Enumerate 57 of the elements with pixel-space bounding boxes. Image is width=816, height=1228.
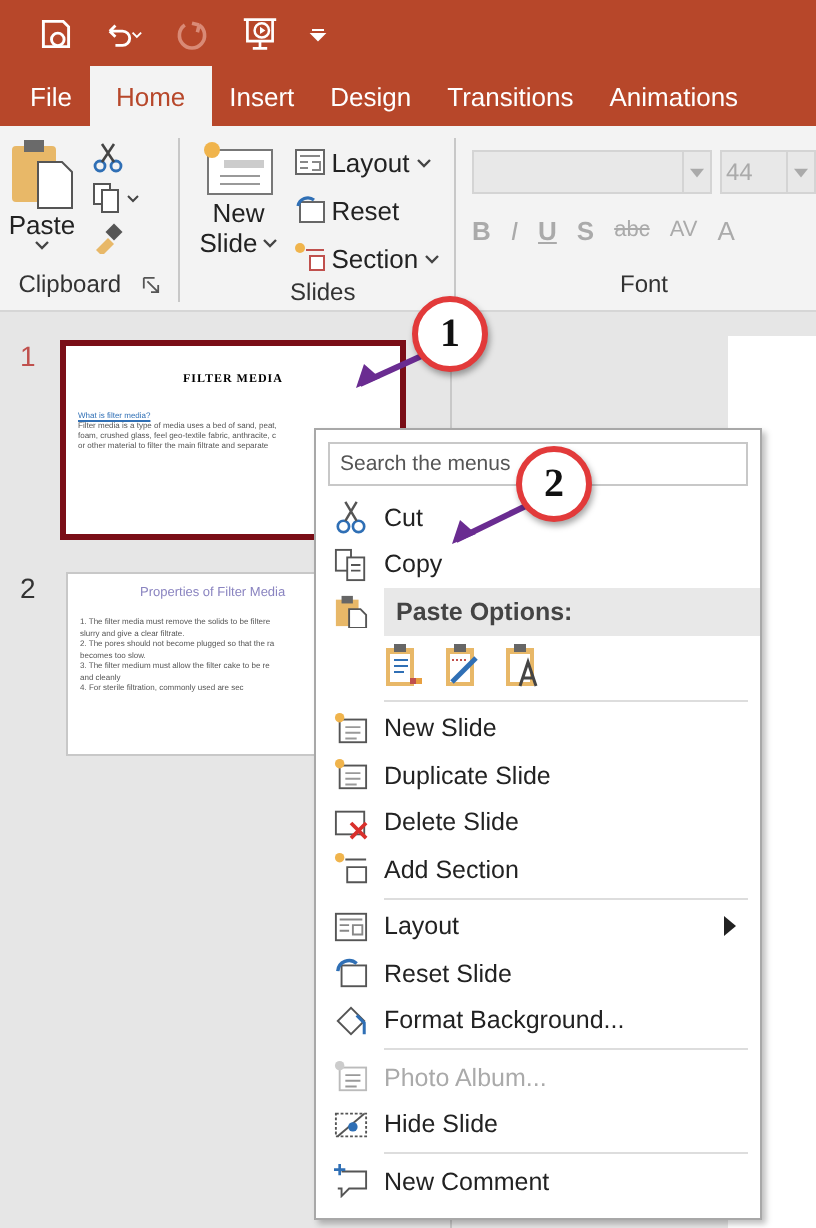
new-slide-icon	[333, 711, 367, 746]
reset-icon	[293, 194, 326, 226]
presentation-icon[interactable]	[240, 15, 280, 51]
ribbon-tab[interactable]: Animations	[591, 66, 757, 126]
paste-picture-icon[interactable]	[444, 641, 484, 689]
menu-item[interactable]: Duplicate Slide	[316, 752, 760, 799]
caret-icon	[415, 157, 432, 167]
photo-album-icon	[333, 1060, 367, 1095]
reset-slide-icon	[333, 956, 367, 991]
clipboard-icon	[8, 138, 76, 210]
new-slide-button[interactable]: New Slide	[191, 138, 286, 278]
autosave-icon[interactable]	[36, 15, 76, 51]
scissors-icon	[333, 500, 367, 535]
caret-icon	[261, 238, 278, 248]
ribbon-tab[interactable]: Insert	[211, 66, 313, 126]
slide-number: 2	[20, 572, 38, 604]
add-section-icon	[333, 852, 367, 887]
section-button[interactable]: Section	[293, 238, 441, 278]
copy-icon	[333, 547, 367, 582]
delete-slide-icon	[333, 805, 367, 840]
copy-icon[interactable]	[92, 182, 140, 214]
submenu-arrow-icon	[724, 916, 736, 937]
dropdown-arrow-icon	[794, 167, 808, 177]
layout-icon	[333, 909, 367, 944]
menu-section-header: Paste Options:	[384, 588, 760, 635]
reset-button[interactable]: Reset	[293, 190, 441, 230]
menu-item[interactable]: Reset Slide	[316, 950, 760, 997]
menu-item[interactable]: Copy	[316, 541, 760, 588]
menu-item[interactable]: Format Background...	[316, 997, 760, 1044]
group-label: Clipboard	[18, 270, 122, 298]
menu-item[interactable]: Add Section	[316, 846, 760, 893]
layout-button[interactable]: Layout	[293, 142, 441, 182]
scissors-icon[interactable]	[92, 142, 124, 174]
ribbon-tab[interactable]: Home	[89, 66, 212, 126]
caret-icon	[424, 253, 441, 263]
dialog-launcher-icon[interactable]	[141, 275, 160, 293]
ribbon-tab[interactable]: Transitions	[429, 66, 592, 126]
hide-slide-icon	[333, 1107, 367, 1142]
comment-icon	[333, 1164, 367, 1199]
ribbon-tab[interactable]: Design	[312, 66, 430, 126]
slide-number: 1	[20, 340, 38, 372]
menu-item[interactable]: Hide Slide	[316, 1101, 760, 1148]
paste-keep-formatting-icon[interactable]	[384, 641, 424, 689]
menu-item[interactable]: Delete Slide	[316, 799, 760, 846]
duplicate-slide-icon	[333, 758, 367, 793]
new-slide-icon	[200, 138, 277, 198]
ribbon-tab[interactable]: File	[12, 66, 90, 126]
section-icon	[293, 242, 326, 274]
caret-icon	[34, 240, 50, 250]
format-painter-icon[interactable]	[92, 222, 124, 254]
dropdown-arrow-icon	[690, 167, 704, 177]
layout-icon	[293, 146, 326, 178]
group-label: Slides	[290, 278, 356, 306]
group-label: Font	[619, 270, 668, 298]
format-background-icon	[333, 1003, 367, 1038]
paste-button[interactable]: Paste	[0, 138, 84, 266]
clipboard-icon	[333, 594, 367, 629]
